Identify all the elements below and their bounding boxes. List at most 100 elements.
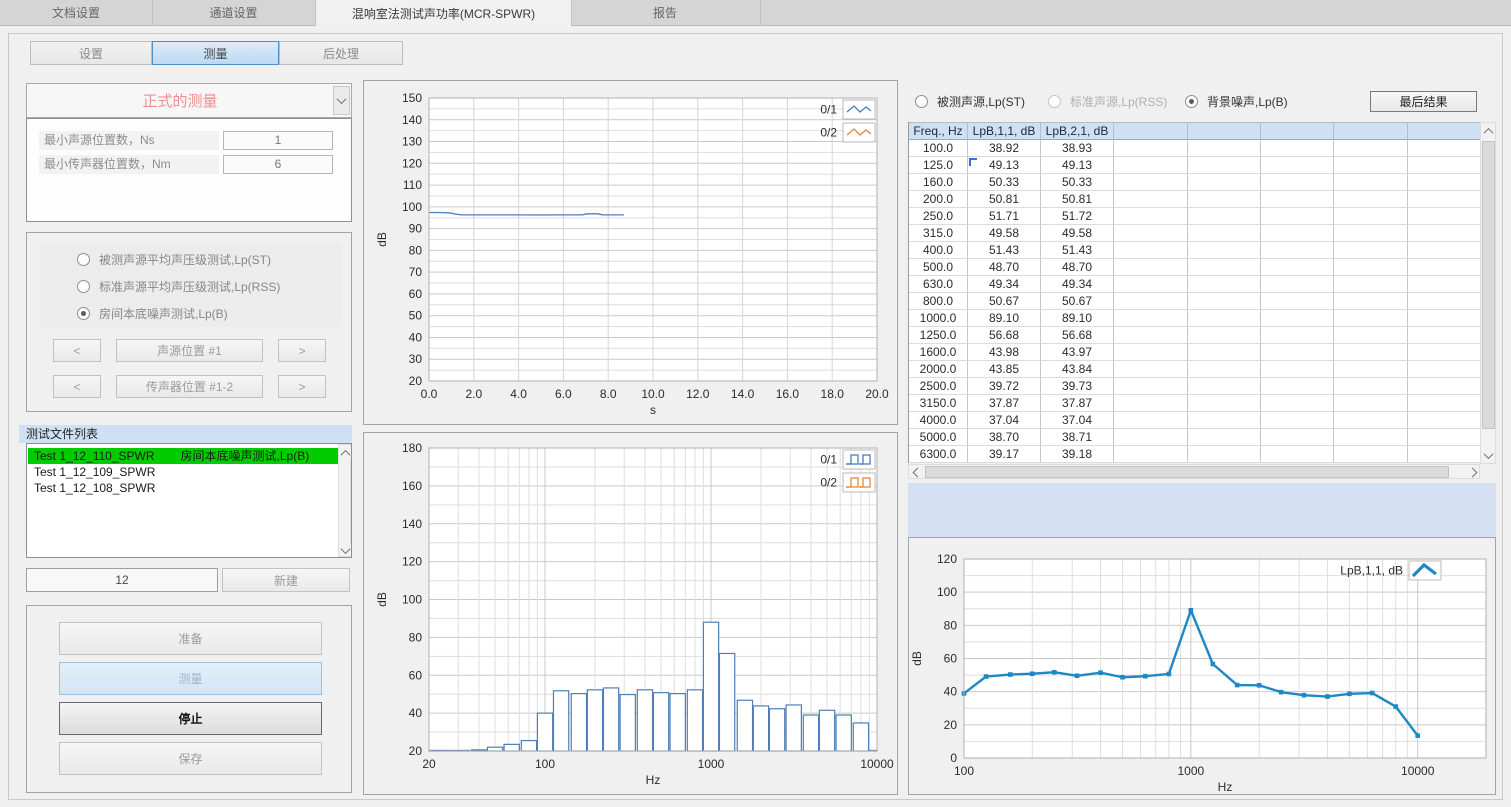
value-cell[interactable] <box>1261 361 1334 378</box>
table-row[interactable]: 160.050.3350.33 <box>909 174 1481 191</box>
value-cell[interactable]: 49.13 <box>1041 157 1114 174</box>
subtab-1[interactable]: 设置 <box>30 41 152 65</box>
value-cell[interactable] <box>1408 276 1481 293</box>
value-cell[interactable] <box>1261 429 1334 446</box>
value-cell[interactable] <box>1261 259 1334 276</box>
value-cell[interactable] <box>1114 429 1188 446</box>
table-row[interactable]: 4000.037.0437.04 <box>909 412 1481 429</box>
value-cell[interactable]: 43.85 <box>968 361 1041 378</box>
value-cell[interactable] <box>1408 259 1481 276</box>
value-cell[interactable] <box>1334 174 1408 191</box>
value-cell[interactable] <box>1114 174 1188 191</box>
value-cell[interactable] <box>1114 412 1188 429</box>
freq-cell[interactable]: 800.0 <box>909 293 968 310</box>
value-cell[interactable]: 37.04 <box>1041 412 1114 429</box>
value-cell[interactable]: 38.71 <box>1041 429 1114 446</box>
value-cell[interactable] <box>1408 412 1481 429</box>
dropdown-chevron-button[interactable] <box>333 86 350 115</box>
freq-cell[interactable]: 6300.0 <box>909 446 968 463</box>
new-button[interactable]: 新建 <box>222 568 350 592</box>
value-cell[interactable]: 43.98 <box>968 344 1041 361</box>
file-counter-button[interactable]: 12 <box>26 568 218 592</box>
radio-circle-icon[interactable] <box>77 307 90 320</box>
file-list-scrollbar[interactable] <box>338 444 351 557</box>
freq-cell[interactable]: 1600.0 <box>909 344 968 361</box>
value-cell[interactable]: 50.81 <box>968 191 1041 208</box>
value-cell[interactable] <box>1408 191 1481 208</box>
stop-button[interactable]: 停止 <box>59 702 322 735</box>
tab-4[interactable]: 报告 <box>570 0 761 25</box>
value-cell[interactable]: 43.97 <box>1041 344 1114 361</box>
freq-cell[interactable]: 2000.0 <box>909 361 968 378</box>
value-cell[interactable] <box>1188 174 1261 191</box>
value-cell[interactable] <box>1261 208 1334 225</box>
freq-cell[interactable]: 1000.0 <box>909 310 968 327</box>
source-prev-button[interactable]: < <box>53 339 101 362</box>
value-cell[interactable] <box>1261 344 1334 361</box>
value-cell[interactable]: 39.72 <box>968 378 1041 395</box>
file-list-item[interactable]: Test 1_12_109_SPWR <box>28 464 337 480</box>
subtab-2[interactable]: 测量 <box>152 41 279 65</box>
table-row[interactable]: 630.049.3449.34 <box>909 276 1481 293</box>
test-mode-radio-2[interactable]: 标准声源平均声压级测试,Lp(RSS) <box>77 278 280 294</box>
value-cell[interactable] <box>1188 157 1261 174</box>
scroll-up-arrow[interactable] <box>340 447 351 459</box>
value-cell[interactable] <box>1334 140 1408 157</box>
value-cell[interactable] <box>1261 378 1334 395</box>
value-cell[interactable] <box>1334 157 1408 174</box>
tab-2[interactable]: 通道设置 <box>152 0 316 25</box>
table-row[interactable]: 5000.038.7038.71 <box>909 429 1481 446</box>
value-cell[interactable] <box>1114 208 1188 225</box>
value-cell[interactable] <box>1188 344 1261 361</box>
value-cell[interactable] <box>1334 310 1408 327</box>
table-row[interactable]: 2500.039.7239.73 <box>909 378 1481 395</box>
value-cell[interactable]: 39.73 <box>1041 378 1114 395</box>
subtab-3[interactable]: 后处理 <box>279 41 403 65</box>
radio-circle-icon[interactable] <box>77 253 90 266</box>
test-mode-radio-1[interactable]: 被测声源平均声压级测试,Lp(ST) <box>77 251 271 267</box>
freq-cell[interactable]: 5000.0 <box>909 429 968 446</box>
value-cell[interactable] <box>1334 276 1408 293</box>
value-cell[interactable] <box>1188 225 1261 242</box>
value-cell[interactable]: 51.43 <box>968 242 1041 259</box>
freq-cell[interactable]: 315.0 <box>909 225 968 242</box>
value-cell[interactable]: 50.33 <box>1041 174 1114 191</box>
mic-next-button[interactable]: > <box>278 375 326 398</box>
value-cell[interactable] <box>1261 276 1334 293</box>
table-row[interactable]: 400.051.4351.43 <box>909 242 1481 259</box>
freq-cell[interactable]: 630.0 <box>909 276 968 293</box>
value-cell[interactable] <box>1334 208 1408 225</box>
value-cell[interactable]: 37.04 <box>968 412 1041 429</box>
value-cell[interactable]: 50.81 <box>1041 191 1114 208</box>
radio-circle-icon[interactable] <box>1185 95 1198 108</box>
min-mic-positions-input[interactable]: 6 <box>223 155 333 174</box>
value-cell[interactable] <box>1408 378 1481 395</box>
value-cell[interactable]: 39.18 <box>1041 446 1114 463</box>
value-cell[interactable] <box>1188 140 1261 157</box>
value-cell[interactable]: 49.34 <box>968 276 1041 293</box>
min-source-positions-input[interactable]: 1 <box>223 131 333 150</box>
table-row[interactable]: 800.050.6750.67 <box>909 293 1481 310</box>
table-row[interactable]: 500.048.7048.70 <box>909 259 1481 276</box>
value-cell[interactable] <box>1334 378 1408 395</box>
value-cell[interactable] <box>1188 412 1261 429</box>
value-cell[interactable] <box>1114 140 1188 157</box>
table-row[interactable]: 200.050.8150.81 <box>909 191 1481 208</box>
value-cell[interactable] <box>1188 310 1261 327</box>
value-cell[interactable] <box>1114 293 1188 310</box>
scroll-down-arrow[interactable] <box>340 544 351 556</box>
final-result-button[interactable]: 最后结果 <box>1370 91 1477 112</box>
value-cell[interactable]: 48.70 <box>1041 259 1114 276</box>
value-cell[interactable] <box>1334 395 1408 412</box>
freq-cell[interactable]: 125.0 <box>909 157 968 174</box>
value-cell[interactable] <box>1334 327 1408 344</box>
value-cell[interactable]: 37.87 <box>1041 395 1114 412</box>
value-cell[interactable] <box>1188 276 1261 293</box>
mic-prev-button[interactable]: < <box>53 375 101 398</box>
value-cell[interactable] <box>1334 191 1408 208</box>
value-cell[interactable] <box>1114 310 1188 327</box>
value-cell[interactable] <box>1408 361 1481 378</box>
table-row[interactable]: 1000.089.1089.10 <box>909 310 1481 327</box>
freq-cell[interactable]: 3150.0 <box>909 395 968 412</box>
value-cell[interactable] <box>1408 429 1481 446</box>
